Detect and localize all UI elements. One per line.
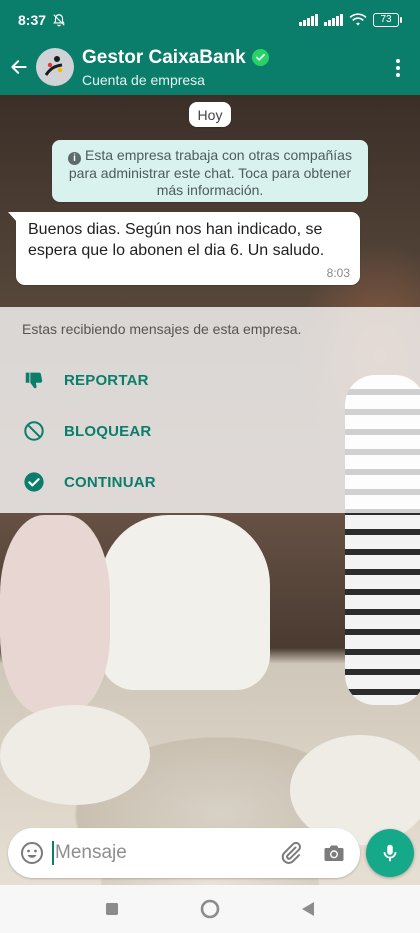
verified-icon xyxy=(251,49,269,66)
battery-icon: 73 xyxy=(373,13,402,27)
thumbs-down-icon xyxy=(22,368,46,392)
status-bar: 8:37 73 xyxy=(0,0,420,40)
message-input[interactable] xyxy=(55,842,255,864)
info-icon: i xyxy=(68,152,82,165)
business-action-panel: Estas recibiendo mensajes de esta empres… xyxy=(0,307,420,513)
status-time: 8:37 xyxy=(18,12,47,28)
wallpaper-shape xyxy=(0,705,150,805)
message-text: Buenos dias. Según nos han indicado, se … xyxy=(28,221,325,259)
check-circle-icon xyxy=(22,470,46,494)
wallpaper-shape xyxy=(0,515,110,715)
mic-icon xyxy=(379,842,401,864)
continue-button[interactable]: CONTINUAR xyxy=(0,459,420,505)
avatar[interactable] xyxy=(36,48,74,86)
chat-header[interactable]: Gestor CaixaBank Cuenta de empresa xyxy=(0,42,420,92)
chat-area: Hoy i Esta empresa trabaja con otras comp… xyxy=(0,95,420,885)
system-nav-bar xyxy=(0,885,420,933)
mic-button[interactable] xyxy=(366,829,414,877)
nav-recents-icon[interactable] xyxy=(99,896,125,922)
contact-name: Gestor CaixaBank xyxy=(82,46,246,68)
battery-level: 73 xyxy=(373,13,399,27)
block-button[interactable]: BLOQUEAR xyxy=(0,408,420,454)
nav-home-icon[interactable] xyxy=(197,896,223,922)
signal-icon xyxy=(299,14,318,26)
continue-label: CONTINUAR xyxy=(64,473,156,491)
wallpaper-shape xyxy=(100,515,270,690)
date-chip: Hoy xyxy=(189,102,231,127)
panel-notice: Estas recibiendo mensajes de esta empres… xyxy=(22,321,302,337)
wifi-icon xyxy=(349,13,367,27)
mute-icon xyxy=(52,13,66,27)
nav-back-icon[interactable] xyxy=(295,896,321,922)
signal-icon-2 xyxy=(324,14,343,26)
text-caret xyxy=(52,841,54,865)
system-notice[interactable]: i Esta empresa trabaja con otras compañía… xyxy=(52,140,368,202)
system-notice-text: Esta empresa trabaja con otras compañías… xyxy=(68,147,352,198)
message-time: 8:03 xyxy=(326,266,350,280)
app-bar: 8:37 73 Gestor CaixaBank Cuenta de empre… xyxy=(0,0,420,95)
incoming-message[interactable]: Buenos dias. Según nos han indicado, se … xyxy=(8,212,360,285)
block-icon xyxy=(22,419,46,443)
back-arrow-icon[interactable] xyxy=(2,47,36,87)
composer xyxy=(8,828,360,878)
block-label: BLOQUEAR xyxy=(64,422,152,440)
header-titlebox[interactable]: Gestor CaixaBank Cuenta de empresa xyxy=(82,47,269,88)
more-vert-icon[interactable] xyxy=(386,54,410,82)
camera-icon[interactable] xyxy=(321,840,347,866)
report-label: REPORTAR xyxy=(64,371,149,389)
attach-icon[interactable] xyxy=(278,840,304,866)
contact-subtitle: Cuenta de empresa xyxy=(82,71,205,88)
emoji-icon[interactable] xyxy=(12,833,52,873)
report-button[interactable]: REPORTAR xyxy=(0,357,420,403)
